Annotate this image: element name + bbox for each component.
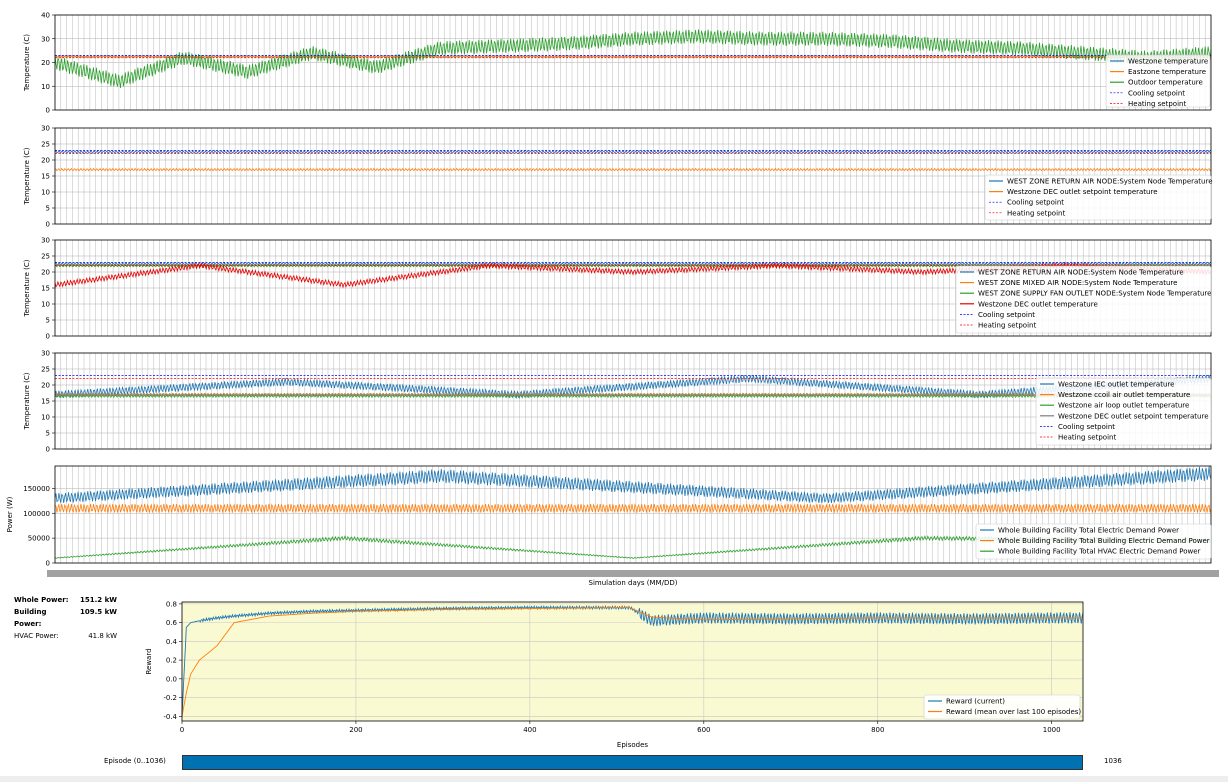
episode-progress-value: 1036 [1104,757,1122,765]
y-tick-label: 100000 [23,510,50,518]
legend-entry: Westzone DEC outlet setpoint temperature [1007,188,1158,196]
legend-entry: Whole Building Facility Total HVAC Elect… [998,548,1201,556]
panel-4: 0 5 10 15 20 25 30 Temperature (C) Westzone IEC … [23,350,1212,454]
legend-entry: WEST ZONE RETURN AIR NODE:System Node Te… [978,269,1184,277]
y-tick-label: 40 [41,12,50,20]
legend-entry: Heating setpoint [1128,100,1186,108]
y-tick-label: 15 [41,398,50,406]
legend-entry: Westzone DEC outlet setpoint temperature [1058,412,1209,420]
legend-entry: Cooling setpoint [1007,199,1064,207]
y-tick-label: 15 [41,173,50,181]
reward-panel: -0.4 -0.2 0.0 0.2 0.4 0.6 0.8 0 200 400 600 800 1000… [145,600,1084,749]
y-axis-label: Temperature (C) [23,372,31,430]
y-tick-label: 10 [41,83,50,91]
legend-entry: Outdoor temperature [1128,79,1203,87]
y-tick-label: 25 [41,366,50,374]
episode-progress-label: Episode (0..1036) [104,757,166,765]
y-tick-label: 0 [46,560,50,568]
y-tick-label: -0.2 [163,694,177,702]
legend-entry: Reward (current) [946,698,1005,706]
x-tick-label: 600 [697,726,710,734]
y-tick-label: 10 [41,414,50,422]
legend-entry: Westzone ccoil air outlet temperature [1058,391,1190,399]
bottom-strip [0,776,1228,782]
y-tick-label: 0.6 [166,619,178,627]
legend-entry: WEST ZONE MIXED AIR NODE:System Node Tem… [978,279,1177,287]
x-tick-label: 800 [871,726,884,734]
y-tick-label: 20 [41,269,50,277]
y-tick-label: 0.0 [166,675,177,683]
panel-1: 0 10 20 30 40 Temperature (C) Westzone tempera… [23,12,1212,115]
y-tick-label: 0 [46,446,50,454]
legend-entry: WEST ZONE SUPPLY FAN OUTLET NODE:System … [978,290,1211,298]
y-tick-label: 30 [41,237,50,245]
building-power-label: Building Power: [14,608,47,628]
x-tick-label: 1000 [1043,726,1061,734]
y-tick-label: 5 [46,317,50,325]
legend-entry: Reward (mean over last 100 episodes) [946,708,1081,716]
y-tick-label: 5 [46,205,50,213]
y-tick-label: 20 [41,157,50,165]
y-tick-label: 10 [41,301,50,309]
y-tick-label: 0 [46,333,50,341]
x-tick-labels-band [47,570,1219,577]
legend-entry: Whole Building Facility Total Building E… [998,537,1210,545]
x-tick-label: 400 [523,726,536,734]
y-tick-label: 0 [46,107,50,115]
power-metrics: Whole Power: 151.2 kW Building Power: 109.… [14,594,117,642]
hvac-power-label: HVAC Power: [14,632,59,640]
legend-entry: Westzone temperature [1128,58,1208,66]
x-axis-label: Episodes [617,741,648,749]
panel-2: 0 5 10 15 20 25 30 Temperature (C) WEST ZONE RET… [23,125,1213,229]
hvac-power-value: 41.8 kW [88,632,117,640]
legend-entry: Westzone air loop outlet temperature [1058,402,1189,410]
legend-entry: Heating setpoint [978,322,1036,330]
legend-entry: Heating setpoint [1058,434,1116,442]
x-axis-label: Simulation days (MM/DD) [589,579,678,587]
y-tick-label: 25 [41,253,50,261]
y-tick-label: 0.4 [166,638,178,646]
whole-power-label: Whole Power: [14,596,69,604]
episode-progress-bar [182,755,1083,770]
y-tick-label: 30 [41,350,50,358]
panel-3: 0 5 10 15 20 25 30 Temperature (C) WEST ZONE RET… [23,237,1211,341]
building-power-value: 109.5 kW [80,608,117,616]
y-tick-label: 30 [41,35,50,43]
y-axis-label: Temperature (C) [23,259,31,317]
y-tick-label: 25 [41,141,50,149]
episode-progress-fill [183,756,1082,769]
legend-entry: Cooling setpoint [1058,423,1115,431]
y-tick-label: 50000 [28,535,50,543]
legend-entry: Cooling setpoint [978,311,1035,319]
y-axis-label: Power (W) [6,496,14,532]
y-tick-label: 0.8 [166,600,177,608]
y-tick-label: -0.4 [163,713,177,721]
y-axis-label: Reward [145,648,153,674]
legend-entry: Whole Building Facility Total Electric D… [998,527,1179,535]
y-tick-label: 20 [41,59,50,67]
x-tick-label: 200 [349,726,362,734]
x-tick-label: 0 [180,726,184,734]
legend-entry: Cooling setpoint [1128,89,1185,97]
legend-entry: Westzone DEC outlet temperature [978,300,1098,308]
y-tick-label: 0 [46,221,50,229]
y-tick-label: 5 [46,430,50,438]
y-axis-label: Temperature (C) [23,147,31,205]
panel-5: 0 50000 100000 150000 Power (W) Whole Buildin… [6,465,1219,587]
y-tick-label: 15 [41,285,50,293]
y-tick-label: 20 [41,382,50,390]
whole-power-value: 151.2 kW [80,596,117,604]
legend-entry: Heating setpoint [1007,209,1065,217]
y-tick-label: 150000 [23,485,50,493]
y-axis-label: Temperature (C) [23,34,31,92]
legend-entry: Eastzone temperature [1128,68,1206,76]
y-tick-label: 0.2 [166,657,177,665]
legend-entry: WEST ZONE RETURN AIR NODE:System Node Te… [1007,178,1213,186]
legend-entry: Westzone IEC outlet temperature [1058,381,1174,389]
y-tick-label: 30 [41,125,50,133]
y-tick-label: 10 [41,189,50,197]
charts-canvas: 0 10 20 30 40 Temperature (C) Westzone tempera… [6,12,1219,749]
